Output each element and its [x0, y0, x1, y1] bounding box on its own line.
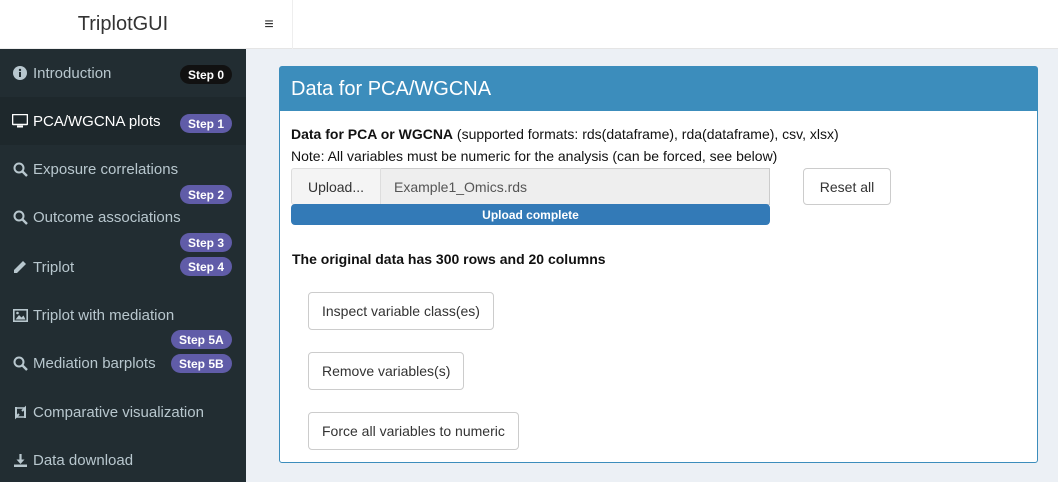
step-badge: Step 5A [171, 330, 232, 349]
file-name-field[interactable]: Example1_Omics.rds [381, 168, 770, 205]
step-badge: Step 4 [180, 257, 233, 276]
info-circle-icon [12, 65, 28, 81]
refresh-icon [12, 404, 28, 420]
search-icon [12, 209, 28, 225]
upload-progress-fill: Upload complete [291, 204, 770, 225]
sidebar-item-comparative-visualization[interactable]: Comparative visualization [0, 400, 246, 436]
remove-variables-button[interactable]: Remove variables(s) [308, 352, 465, 390]
file-input-label-bold: Data for PCA or WGCNA [291, 126, 454, 142]
upload-progress-bar: Upload complete [291, 204, 770, 225]
sidebar-item-label: Outcome associations [33, 208, 181, 226]
sidebar-item-label: Exposure correlations [33, 160, 179, 178]
sidebar: Introduction Step 0 PCA/WGCNA plots Step… [0, 49, 246, 482]
search-icon [12, 355, 28, 371]
file-input-label: Data for PCA or WGCNA (supported formats… [291, 126, 839, 142]
download-icon [12, 452, 28, 468]
app-logo[interactable]: TriplotGUI [0, 0, 246, 49]
app-root: TriplotGUI ≡ Introduction Step 0 PCA/WGC… [0, 0, 1058, 482]
reset-all-button[interactable]: Reset all [803, 168, 891, 205]
step-badge: Step 1 [180, 114, 233, 133]
sidebar-item-label: Comparative visualization [33, 403, 204, 421]
search-icon [12, 161, 28, 177]
step-badge: Step 2 [180, 185, 233, 204]
sidebar-item-label: Data download [33, 451, 134, 469]
upload-button[interactable]: Upload... [291, 168, 381, 205]
sidebar-item-data-download[interactable]: Data download [0, 448, 246, 482]
force-numeric-button[interactable]: Force all variables to numeric [308, 412, 519, 450]
inspect-variable-class-button[interactable]: Inspect variable class(es) [308, 292, 494, 330]
pencil-icon [12, 259, 28, 275]
step-badge: Step 5B [171, 354, 232, 373]
sidebar-item-label: Mediation barplots [33, 354, 156, 372]
file-input-label-formats: (supported formats: rds(dataframe), rda(… [453, 126, 839, 142]
monitor-icon [12, 113, 28, 129]
sidebar-item-exposure-correlations[interactable]: Exposure correlations Step 2 [0, 157, 246, 205]
step-badge: Step 0 [180, 65, 233, 84]
sidebar-item-triplot[interactable]: Triplot Step 4 [0, 255, 246, 291]
sidebar-item-label: Triplot [33, 258, 75, 276]
sidebar-toggle-button[interactable]: ≡ [246, 0, 293, 49]
data-box: Data for PCA/WGCNA Data for PCA or WGCNA… [279, 66, 1038, 463]
box-title: Data for PCA/WGCNA [280, 67, 1037, 111]
sidebar-item-outcome-associations[interactable]: Outcome associations Step 3 [0, 205, 246, 253]
numeric-note: Note: All variables must be numeric for … [291, 148, 778, 164]
data-summary-text: The original data has 300 rows and 20 co… [292, 251, 606, 267]
sidebar-item-mediation-barplots[interactable]: Mediation barplots Step 5B [0, 351, 246, 387]
top-navbar: ≡ [246, 0, 1058, 49]
hamburger-icon: ≡ [264, 15, 274, 33]
image-icon [12, 307, 28, 323]
sidebar-item-label: Introduction [33, 64, 112, 82]
sidebar-item-label: PCA/WGCNA plots [33, 112, 161, 130]
sidebar-item-introduction[interactable]: Introduction Step 0 [0, 49, 246, 97]
sidebar-item-label: Triplot with mediation [33, 306, 175, 324]
step-badge: Step 3 [180, 233, 233, 252]
sidebar-item-pca-wgcna[interactable]: PCA/WGCNA plots Step 1 [0, 97, 246, 145]
sidebar-item-triplot-mediation[interactable]: Triplot with mediation Step 5A [0, 303, 246, 351]
